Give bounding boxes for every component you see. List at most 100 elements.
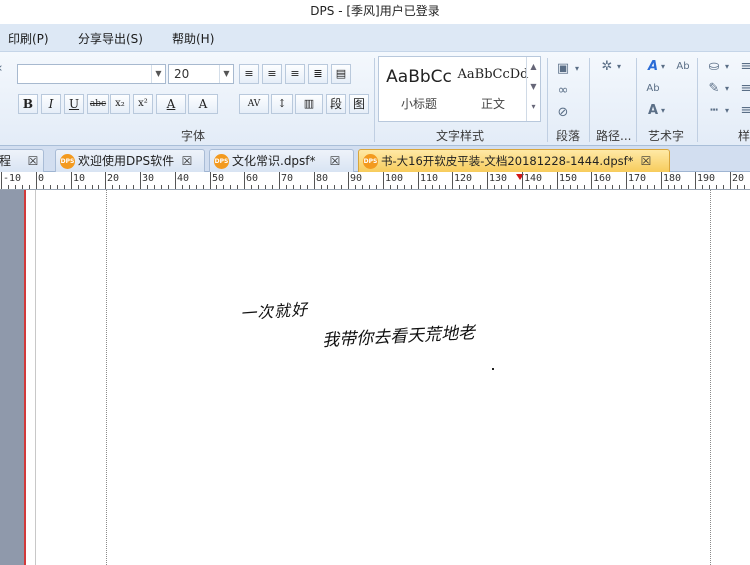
tab-welcome[interactable]: DPS 欢迎使用DPS软件 ☒ — [55, 149, 205, 172]
group-label-art-text: 艺术字 — [648, 129, 685, 143]
strikethrough-button[interactable]: abc — [87, 94, 109, 114]
gallery-scroll[interactable]: ▲ ▼ ▾ — [526, 57, 540, 121]
chevron-down-icon[interactable]: ▾ — [658, 58, 668, 76]
ruler-major-tick — [105, 172, 106, 189]
chevron-down-icon[interactable]: ▾ — [722, 58, 732, 76]
align-distribute-icon[interactable]: ▤ — [331, 64, 351, 84]
ruler-label: 190 — [697, 173, 716, 184]
pen-icon[interactable]: ✎ — [705, 80, 723, 98]
tab-culture-doc[interactable]: DPS 文化常识.dpsf* ☒ — [209, 149, 354, 172]
paragraph-frame-button[interactable]: 图 — [349, 94, 369, 114]
align-justify-icon[interactable]: ≣ — [308, 64, 328, 84]
char-shading-button[interactable]: A — [188, 94, 218, 114]
columns-icon[interactable]: ▥ — [295, 94, 323, 114]
paragraph-indent-button[interactable]: 段 — [326, 94, 346, 114]
ruler-minor-tick — [147, 185, 148, 189]
unlink-icon[interactable]: ⊘ — [554, 104, 572, 122]
ribbon-toolbar: ‹ ▼ 20 ▼ B I U abc x₂ x² A A ≡ ≡ ≡ ≣ ▤ A… — [0, 52, 750, 146]
window-title: DPS - [季风]用户已登录 — [0, 0, 750, 24]
ribbon-separator — [374, 58, 375, 142]
ruler-minor-tick — [397, 185, 398, 189]
ruler-minor-tick — [404, 185, 405, 189]
dps-logo-icon: DPS — [60, 154, 75, 169]
document-page[interactable] — [24, 190, 750, 565]
font-name-combo[interactable]: ▼ — [17, 64, 166, 84]
ruler-minor-tick — [133, 185, 134, 189]
text-box-icon[interactable]: ▣ — [554, 60, 572, 78]
ruler-minor-tick — [550, 185, 551, 189]
align-icon[interactable]: ≡ — [737, 102, 750, 120]
ribbon-scroll-left-icon[interactable]: ‹ — [0, 60, 6, 78]
ruler-minor-tick — [432, 185, 433, 189]
ruler-major-tick — [36, 172, 37, 189]
chevron-down-icon[interactable]: ▾ — [722, 102, 732, 120]
close-icon[interactable]: ☒ — [328, 154, 342, 168]
close-icon[interactable]: ☒ — [639, 154, 653, 168]
line-spacing-icon[interactable]: ↕ — [271, 94, 293, 114]
menu-help[interactable]: 帮助(H) — [168, 24, 218, 52]
handwriting-line-1[interactable]: 一次就好 — [239, 296, 309, 325]
menu-share-export[interactable]: 分享导出(S) — [74, 24, 147, 52]
ruler-minor-tick — [605, 185, 606, 189]
menu-print[interactable]: 印刷(P) — [4, 24, 53, 52]
ruler-minor-tick — [43, 185, 44, 189]
superscript-button[interactable]: x² — [133, 94, 153, 114]
underline-button[interactable]: U — [64, 94, 84, 114]
font-color-button[interactable]: A — [156, 94, 186, 114]
ruler-minor-tick — [182, 185, 183, 189]
style-item-body[interactable]: AaBbCcDd 正文 — [457, 57, 529, 121]
border-style-icon[interactable]: ┅ — [705, 102, 723, 120]
ribbon-separator — [697, 58, 698, 142]
ruler-minor-tick — [536, 185, 537, 189]
align-icon[interactable]: ≡ — [737, 80, 750, 98]
close-icon[interactable]: ☒ — [180, 154, 194, 168]
ruler-minor-tick — [251, 185, 252, 189]
ruler-minor-tick — [688, 185, 689, 189]
ruler-minor-tick — [709, 185, 710, 189]
italic-button[interactable]: I — [41, 94, 61, 114]
font-size-combo[interactable]: 20 ▼ — [168, 64, 234, 84]
ruler-label: 180 — [663, 173, 682, 184]
ruler-minor-tick — [119, 185, 120, 189]
bleed-line — [24, 190, 26, 565]
style-item-subtitle[interactable]: AaBbCc 小标题 — [383, 57, 455, 121]
horizontal-ruler[interactable]: -10 0 10 20 30 40 50 60 70 80 90 100 110 120 130 140 150… — [0, 172, 750, 190]
text-direction-icon[interactable]: Ab — [674, 58, 692, 76]
ruler-minor-tick — [230, 185, 231, 189]
ruler-minor-tick — [674, 185, 675, 189]
style-gallery: AaBbCc 小标题 AaBbCcDd 正文 ▲ ▼ ▾ — [378, 56, 541, 122]
ruler-minor-tick — [584, 185, 585, 189]
tab-book-doc[interactable]: DPS 书-大16开软皮平装-文档20181228-1444.dpsf* ☒ — [358, 149, 670, 172]
ruler-minor-tick — [529, 185, 530, 189]
fill-bucket-icon[interactable]: ⛀ — [705, 58, 723, 76]
ruler-minor-tick — [640, 185, 641, 189]
ruler-minor-tick — [681, 185, 682, 189]
chevron-down-icon[interactable]: ▾ — [722, 80, 732, 98]
bold-button[interactable]: B — [18, 94, 38, 114]
tab-tutorial[interactable]: 程 ☒ — [0, 149, 44, 172]
chevron-down-icon[interactable]: ▾ — [658, 102, 668, 120]
subscript-button[interactable]: x₂ — [110, 94, 130, 114]
align-center-icon[interactable]: ≡ — [262, 64, 282, 84]
align-icon[interactable]: ≡ — [737, 58, 750, 76]
ruler-minor-tick — [369, 185, 370, 189]
ruler-label: -10 — [3, 173, 22, 184]
align-right-icon[interactable]: ≡ — [285, 64, 305, 84]
ruler-label: 130 — [489, 173, 508, 184]
ruler-label: 70 — [281, 173, 294, 184]
art-text-effect-icon[interactable]: Ab — [644, 80, 662, 98]
ruler-label: 20 — [732, 173, 745, 184]
char-spacing-button[interactable]: AV — [239, 94, 269, 114]
ruler-label: 150 — [559, 173, 578, 184]
close-icon[interactable]: ☒ — [26, 154, 40, 168]
align-left-icon[interactable]: ≡ — [239, 64, 259, 84]
ruler-minor-tick — [161, 185, 162, 189]
menu-bar: 印刷(P) 分享导出(S) 帮助(H) — [0, 24, 750, 52]
chevron-down-icon[interactable]: ▾ — [614, 58, 624, 76]
ruler-minor-tick — [570, 185, 571, 189]
link-icon[interactable]: ∞ — [554, 82, 572, 100]
ruler-minor-tick — [334, 185, 335, 189]
margin-line — [35, 190, 36, 565]
ruler-major-tick — [452, 172, 453, 189]
chevron-down-icon[interactable]: ▾ — [572, 60, 582, 78]
